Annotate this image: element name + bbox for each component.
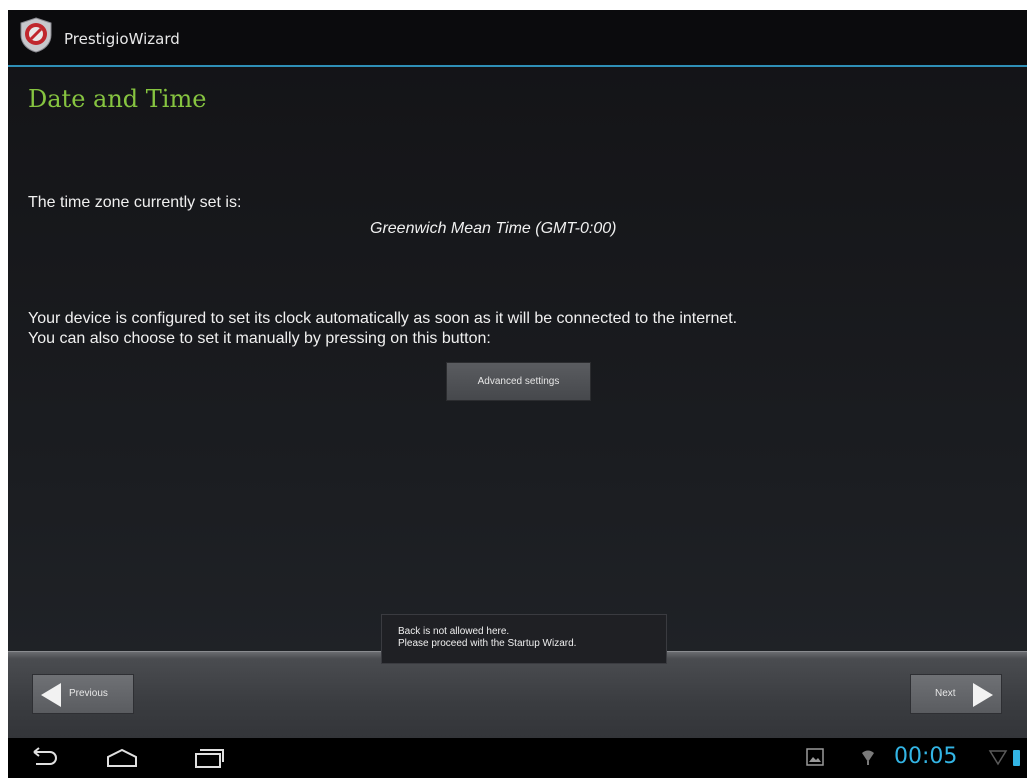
advanced-settings-button[interactable]: Advanced settings: [446, 362, 591, 401]
signal-icon: [988, 750, 1008, 766]
toast-line-2: Please proceed with the Startup Wizard.: [398, 638, 577, 649]
next-button[interactable]: Next: [910, 674, 1002, 714]
arrow-right-icon: [973, 683, 993, 707]
arrow-left-icon: [41, 683, 61, 707]
gallery-notification-icon[interactable]: [806, 748, 824, 766]
previous-button-label: Previous: [69, 688, 108, 699]
action-bar: PrestigioWizard: [8, 10, 1027, 67]
battery-icon: [1013, 750, 1020, 766]
app-title: PrestigioWizard: [64, 30, 180, 48]
timezone-label: The time zone currently set is:: [28, 194, 242, 211]
recent-apps-icon[interactable]: [190, 746, 226, 770]
back-icon[interactable]: [26, 746, 60, 770]
wizard-navigation-bar: Previous Next: [8, 651, 1027, 738]
toast-line-1: Back is not allowed here.: [398, 626, 510, 637]
system-clock[interactable]: 00:05: [894, 744, 957, 769]
timezone-value: Greenwich Mean Time (GMT-0:00): [370, 220, 617, 237]
page-title: Date and Time: [28, 85, 207, 113]
wifi-icon: [862, 750, 874, 765]
clock-info-text: Your device is configured to set its clo…: [28, 309, 737, 349]
home-icon[interactable]: [104, 746, 140, 770]
clock-info-line-1: Your device is configured to set its clo…: [28, 310, 738, 327]
tablet-screen: PrestigioWizard Date and Time The time z…: [8, 10, 1027, 778]
previous-button[interactable]: Previous: [32, 674, 134, 714]
prestigio-logo-icon[interactable]: [18, 17, 54, 53]
next-button-label: Next: [935, 688, 956, 699]
toast-message: Back is not allowed here. Please proceed…: [381, 614, 667, 664]
clock-info-line-2: You can also choose to set it manually b…: [28, 330, 491, 347]
system-bar: 00:05: [8, 738, 1027, 778]
